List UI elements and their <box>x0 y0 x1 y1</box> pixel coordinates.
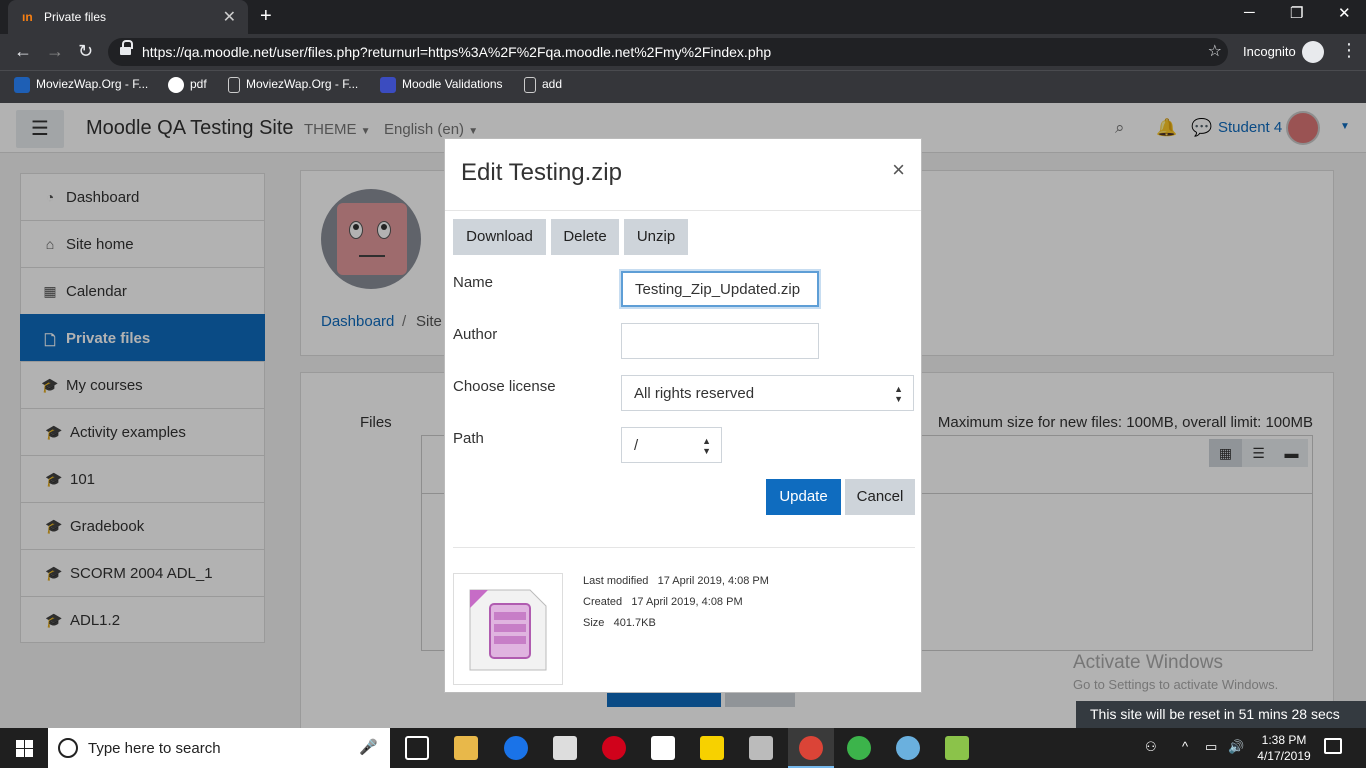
restore-icon[interactable]: ❐ <box>1290 4 1303 22</box>
incognito-label: Incognito <box>1243 44 1296 59</box>
store-icon[interactable] <box>553 736 577 760</box>
browser-tab[interactable]: ın Private files ✕ <box>8 0 248 34</box>
browser-tab-bar: ın Private files ✕ + ─ ❐ ✕ <box>0 0 1366 34</box>
select-arrows-icon: ▲ ▼ <box>894 384 903 404</box>
chrome-menu-icon[interactable]: ⋮ <box>1340 40 1358 61</box>
path-label: Path <box>453 430 484 447</box>
cortana-icon <box>58 738 78 758</box>
chrome-taskbar-item[interactable] <box>788 728 834 768</box>
tab-title: Private files <box>44 10 107 24</box>
opera-icon[interactable] <box>602 736 626 760</box>
site-reset-banner: This site will be reset in 51 mins 28 se… <box>1076 701 1366 728</box>
back-icon[interactable]: ← <box>14 41 32 62</box>
dialog-header-divider <box>445 210 921 211</box>
license-select[interactable]: All rights reserved ▲ ▼ <box>621 375 914 411</box>
bookmark-moviezwap-2[interactable]: MoviezWap.Org - F... <box>228 77 358 93</box>
forward-icon[interactable]: → <box>46 41 64 62</box>
name-field[interactable] <box>621 271 819 307</box>
last-modified: Last modified 17 April 2019, 4:08 PM <box>583 575 769 587</box>
app-icon[interactable] <box>749 736 773 760</box>
url-bar[interactable]: https://qa.moodle.net/user/files.php?ret… <box>108 38 1228 66</box>
edge-icon[interactable] <box>504 736 528 760</box>
window-close-icon[interactable]: ✕ <box>1338 4 1351 22</box>
bookmark-moviezwap-1[interactable]: MoviezWap.Org - F... <box>14 77 148 93</box>
bookmark-add[interactable]: add <box>524 77 562 93</box>
chevron-up-icon[interactable]: ^ <box>1182 739 1188 754</box>
mail-icon[interactable] <box>651 736 675 760</box>
battery-icon[interactable]: ▭ <box>1205 739 1217 755</box>
author-label: Author <box>453 326 498 343</box>
notepad-icon[interactable] <box>945 736 969 760</box>
bookmarks-bar: MoviezWap.Org - F... pdf MoviezWap.Org -… <box>0 70 1366 103</box>
moviezwap-icon <box>14 77 30 93</box>
lock-icon <box>120 40 133 56</box>
task-view-icon[interactable] <box>405 736 429 760</box>
dialog-divider <box>453 547 915 548</box>
moodle-favicon: ın <box>22 10 33 24</box>
edit-file-dialog: Edit Testing.zip × Download Delete Unzip… <box>444 138 922 693</box>
windows-start-icon[interactable] <box>16 740 33 757</box>
name-label: Name <box>453 274 494 291</box>
tab-close-icon[interactable]: ✕ <box>223 7 236 27</box>
page-icon <box>228 77 240 93</box>
search-placeholder: Type here to search <box>88 740 221 757</box>
new-tab-button[interactable]: + <box>260 5 272 28</box>
download-button[interactable]: Download <box>453 219 546 255</box>
taskbar-search[interactable]: Type here to search 🎤 <box>48 728 390 768</box>
file-thumbnail <box>453 573 563 685</box>
volume-icon[interactable]: 🔊 <box>1228 739 1244 755</box>
close-icon[interactable]: × <box>892 157 905 183</box>
incognito-icon[interactable] <box>1302 41 1324 63</box>
moodle-bookmark-icon <box>380 77 396 93</box>
path-select[interactable]: / ▲ ▼ <box>621 427 722 463</box>
delete-button[interactable]: Delete <box>551 219 619 255</box>
dialog-title: Edit Testing.zip <box>461 159 622 186</box>
archive-file-icon <box>469 589 547 671</box>
chrome-icon <box>799 736 823 760</box>
pdf-icon <box>168 77 184 93</box>
windows-taskbar: Type here to search 🎤 ⚇ ^ ▭ 🔊 1:38 PM 4/… <box>0 728 1366 768</box>
update-button[interactable]: Update <box>766 479 841 515</box>
bookmark-moodle-validations[interactable]: Moodle Validations <box>380 77 503 93</box>
action-center-icon[interactable] <box>1324 738 1342 754</box>
people-icon[interactable]: ⚇ <box>1145 739 1157 755</box>
reload-icon[interactable]: ↻ <box>78 41 93 62</box>
select-arrows-icon: ▲ ▼ <box>702 436 711 456</box>
cancel-button[interactable]: Cancel <box>845 479 915 515</box>
bookmark-pdf[interactable]: pdf <box>168 77 207 93</box>
page-icon <box>524 77 536 93</box>
author-field[interactable] <box>621 323 819 359</box>
file-size: Size 401.7KB <box>583 617 656 629</box>
license-label: Choose license <box>453 378 556 395</box>
minimize-icon[interactable]: ─ <box>1244 4 1255 21</box>
file-explorer-icon[interactable] <box>454 736 478 760</box>
system-clock[interactable]: 1:38 PM 4/17/2019 <box>1254 732 1314 764</box>
unzip-button[interactable]: Unzip <box>624 219 688 255</box>
address-toolbar: ← → ↻ https://qa.moodle.net/user/files.p… <box>0 34 1366 70</box>
utorrent-icon[interactable] <box>847 736 871 760</box>
sticky-notes-icon[interactable] <box>700 736 724 760</box>
created: Created 17 April 2019, 4:08 PM <box>583 596 743 608</box>
bookmark-star-icon[interactable]: ☆ <box>1208 41 1222 61</box>
microphone-icon[interactable]: 🎤 <box>359 738 378 756</box>
paint-icon[interactable] <box>896 736 920 760</box>
url-text[interactable]: https://qa.moodle.net/user/files.php?ret… <box>142 44 771 60</box>
